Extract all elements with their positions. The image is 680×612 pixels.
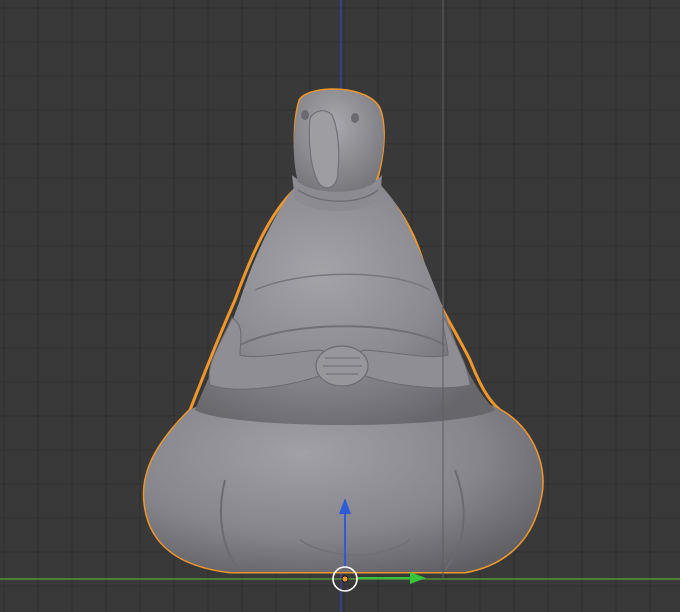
mesh-eye-right (351, 113, 359, 123)
viewport-scene[interactable] (0, 0, 680, 612)
mesh-eye-left (301, 110, 309, 120)
pivot-point-icon (341, 575, 349, 583)
3d-viewport[interactable] (0, 0, 680, 612)
mesh-head (293, 89, 384, 192)
